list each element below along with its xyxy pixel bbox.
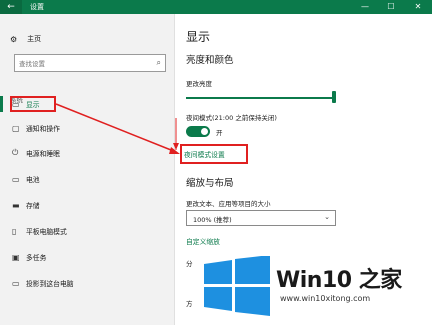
annotation-arrow-head-2 xyxy=(173,143,179,150)
windows-logo-icon xyxy=(204,256,270,316)
watermark-url: www.win10xitong.com xyxy=(280,294,371,303)
annotation-arrow-head xyxy=(169,147,180,154)
annotation-arrow-line xyxy=(55,103,177,153)
watermark-brand: Win10 之家 xyxy=(276,268,402,293)
